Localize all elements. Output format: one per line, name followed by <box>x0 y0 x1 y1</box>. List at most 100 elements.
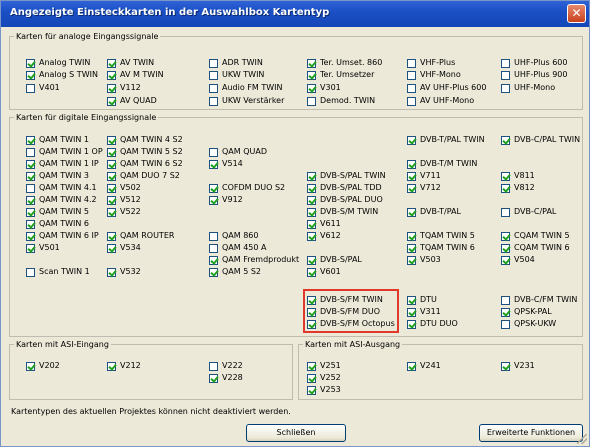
checkbox-checked-icon[interactable] <box>407 255 416 265</box>
checkbox-qpsk-ukw[interactable]: QPSK-UKW <box>501 319 556 329</box>
checkbox-qam-twin-6-ip[interactable]: QAM TWIN 6 IP <box>26 231 99 241</box>
checkbox-qpsk-pal[interactable]: QPSK-PAL <box>501 307 552 317</box>
checkbox-checked-icon[interactable] <box>107 147 116 157</box>
checkbox-checked-icon[interactable] <box>407 231 416 241</box>
checkbox-v812[interactable]: V812 <box>501 183 535 193</box>
checkbox-checked-icon[interactable] <box>209 255 218 265</box>
checkbox-v522[interactable]: V522 <box>107 207 141 217</box>
checkbox-v228[interactable]: V228 <box>209 373 243 383</box>
checkbox-checked-icon[interactable] <box>107 267 116 277</box>
checkbox-v241[interactable]: V241 <box>407 361 441 371</box>
checkbox-audio-fm-twin[interactable]: Audio FM TWIN <box>209 83 282 93</box>
checkbox-checked-icon[interactable] <box>26 361 35 371</box>
checkbox-cqam-twin-6[interactable]: CQAM TWIN 6 <box>501 243 570 253</box>
checkbox-ukw-verst-rker[interactable]: UKW Verstärker <box>209 96 284 106</box>
checkbox-ukw-twin[interactable]: UKW TWIN <box>209 70 264 80</box>
checkbox-checked-icon[interactable] <box>501 361 510 371</box>
checkbox-dvb-c-pal[interactable]: DVB-C/PAL <box>501 207 556 217</box>
checkbox-v202[interactable]: V202 <box>26 361 60 371</box>
checkbox-unchecked-icon[interactable] <box>407 58 416 68</box>
checkbox-uhf-plus-600[interactable]: UHF-Plus 600 <box>501 58 567 68</box>
checkbox-checked-icon[interactable] <box>26 171 35 181</box>
checkbox-checked-icon[interactable] <box>107 159 116 169</box>
checkbox-qam-twin-4-s2[interactable]: QAM TWIN 4 S2 <box>107 135 183 145</box>
checkbox-v251[interactable]: V251 <box>307 361 341 371</box>
checkbox-dvb-s-pal-twin[interactable]: DVB-S/PAL TWIN <box>307 171 386 181</box>
checkbox-checked-icon[interactable] <box>407 307 416 317</box>
checkbox-checked-icon[interactable] <box>407 319 416 329</box>
checkbox-av-m-twin[interactable]: AV M TWIN <box>107 70 164 80</box>
checkbox-checked-icon[interactable] <box>209 267 218 277</box>
checkbox-dvb-s-m-twin[interactable]: DVB-S/M TWIN <box>307 207 378 217</box>
checkbox-dvb-s-pal[interactable]: DVB-S/PAL <box>307 255 362 265</box>
checkbox-checked-icon[interactable] <box>307 219 316 229</box>
checkbox-unchecked-icon[interactable] <box>26 267 35 277</box>
checkbox-checked-icon[interactable] <box>407 135 416 145</box>
checkbox-qam-twin-4-1[interactable]: QAM TWIN 4.1 <box>26 183 97 193</box>
checkbox-checked-icon[interactable] <box>107 135 116 145</box>
checkbox-unchecked-icon[interactable] <box>209 361 218 371</box>
checkbox-checked-icon[interactable] <box>107 361 116 371</box>
checkbox-qam-router[interactable]: QAM ROUTER <box>107 231 174 241</box>
checkbox-v504[interactable]: V504 <box>501 255 535 265</box>
resize-grip[interactable] <box>577 434 587 444</box>
checkbox-checked-icon[interactable] <box>26 195 35 205</box>
checkbox-checked-icon[interactable] <box>107 207 116 217</box>
checkbox-v253[interactable]: V253 <box>307 385 341 395</box>
checkbox-checked-icon[interactable] <box>209 373 218 383</box>
checkbox-v512[interactable]: V512 <box>107 195 141 205</box>
checkbox-checked-icon[interactable] <box>407 361 416 371</box>
checkbox-vhf-mono[interactable]: VHF-Mono <box>407 70 461 80</box>
checkbox-analog-s-twin[interactable]: Analog S TWIN <box>26 70 98 80</box>
checkbox-unchecked-icon[interactable] <box>501 58 510 68</box>
checkbox-unchecked-icon[interactable] <box>209 70 218 80</box>
checkbox-qam-twin-6-s2[interactable]: QAM TWIN 6 S2 <box>107 159 183 169</box>
checkbox-dvb-t-pal-twin[interactable]: DVB-T/PAL TWIN <box>407 135 485 145</box>
checkbox-checked-icon[interactable] <box>107 83 116 93</box>
checkbox-ter-umset-860[interactable]: Ter. Umset. 860 <box>307 58 382 68</box>
checkbox-unchecked-icon[interactable] <box>501 319 510 329</box>
checkbox-v502[interactable]: V502 <box>107 183 141 193</box>
checkbox-v401[interactable]: V401 <box>26 83 60 93</box>
checkbox-uhf-plus-900[interactable]: UHF-Plus 900 <box>501 70 567 80</box>
checkbox-checked-icon[interactable] <box>26 159 35 169</box>
checkbox-checked-icon[interactable] <box>307 385 316 395</box>
checkbox-checked-icon[interactable] <box>107 96 116 106</box>
checkbox-checked-icon[interactable] <box>307 267 316 277</box>
checkbox-av-quad[interactable]: AV QUAD <box>107 96 157 106</box>
checkbox-checked-icon[interactable] <box>26 135 35 145</box>
checkbox-checked-icon[interactable] <box>407 171 416 181</box>
close-icon[interactable]: ✕ <box>567 4 586 23</box>
checkbox-v514[interactable]: V514 <box>209 159 243 169</box>
title-bar[interactable]: Angezeigte Einsteckkarten in der Auswahl… <box>1 1 589 27</box>
checkbox-vhf-plus[interactable]: VHF-Plus <box>407 58 455 68</box>
close-button[interactable]: Schließen <box>246 424 346 442</box>
checkbox-checked-icon[interactable] <box>501 243 510 253</box>
checkbox-checked-icon[interactable] <box>307 373 316 383</box>
checkbox-unchecked-icon[interactable] <box>209 58 218 68</box>
checkbox-v712[interactable]: V712 <box>407 183 441 193</box>
checkbox-v912[interactable]: V912 <box>209 195 243 205</box>
checkbox-v212[interactable]: V212 <box>107 361 141 371</box>
checkbox-checked-icon[interactable] <box>501 231 510 241</box>
checkbox-checked-icon[interactable] <box>407 207 416 217</box>
checkbox-v532[interactable]: V532 <box>107 267 141 277</box>
checkbox-unchecked-icon[interactable] <box>501 70 510 80</box>
checkbox-qam-twin-4-2[interactable]: QAM TWIN 4.2 <box>26 195 97 205</box>
checkbox-tqam-twin-6[interactable]: TQAM TWIN 6 <box>407 243 475 253</box>
checkbox-dvb-s-pal-duo[interactable]: DVB-S/PAL DUO <box>307 195 383 205</box>
checkbox-checked-icon[interactable] <box>307 58 316 68</box>
checkbox-checked-icon[interactable] <box>307 195 316 205</box>
checkbox-dtu[interactable]: DTU <box>407 295 437 305</box>
checkbox-cofdm-duo-s2[interactable]: COFDM DUO S2 <box>209 183 285 193</box>
checkbox-v252[interactable]: V252 <box>307 373 341 383</box>
checkbox-checked-icon[interactable] <box>407 183 416 193</box>
checkbox-av-uhf-mono[interactable]: AV UHF-Mono <box>407 96 474 106</box>
checkbox-v231[interactable]: V231 <box>501 361 535 371</box>
checkbox-unchecked-icon[interactable] <box>407 70 416 80</box>
checkbox-v222[interactable]: V222 <box>209 361 243 371</box>
checkbox-scan-twin-1[interactable]: Scan TWIN 1 <box>26 267 90 277</box>
checkbox-qam-860[interactable]: QAM 860 <box>209 231 258 241</box>
checkbox-dvb-c-fm-twin[interactable]: DVB-C/FM TWIN <box>501 295 577 305</box>
checkbox-checked-icon[interactable] <box>307 255 316 265</box>
